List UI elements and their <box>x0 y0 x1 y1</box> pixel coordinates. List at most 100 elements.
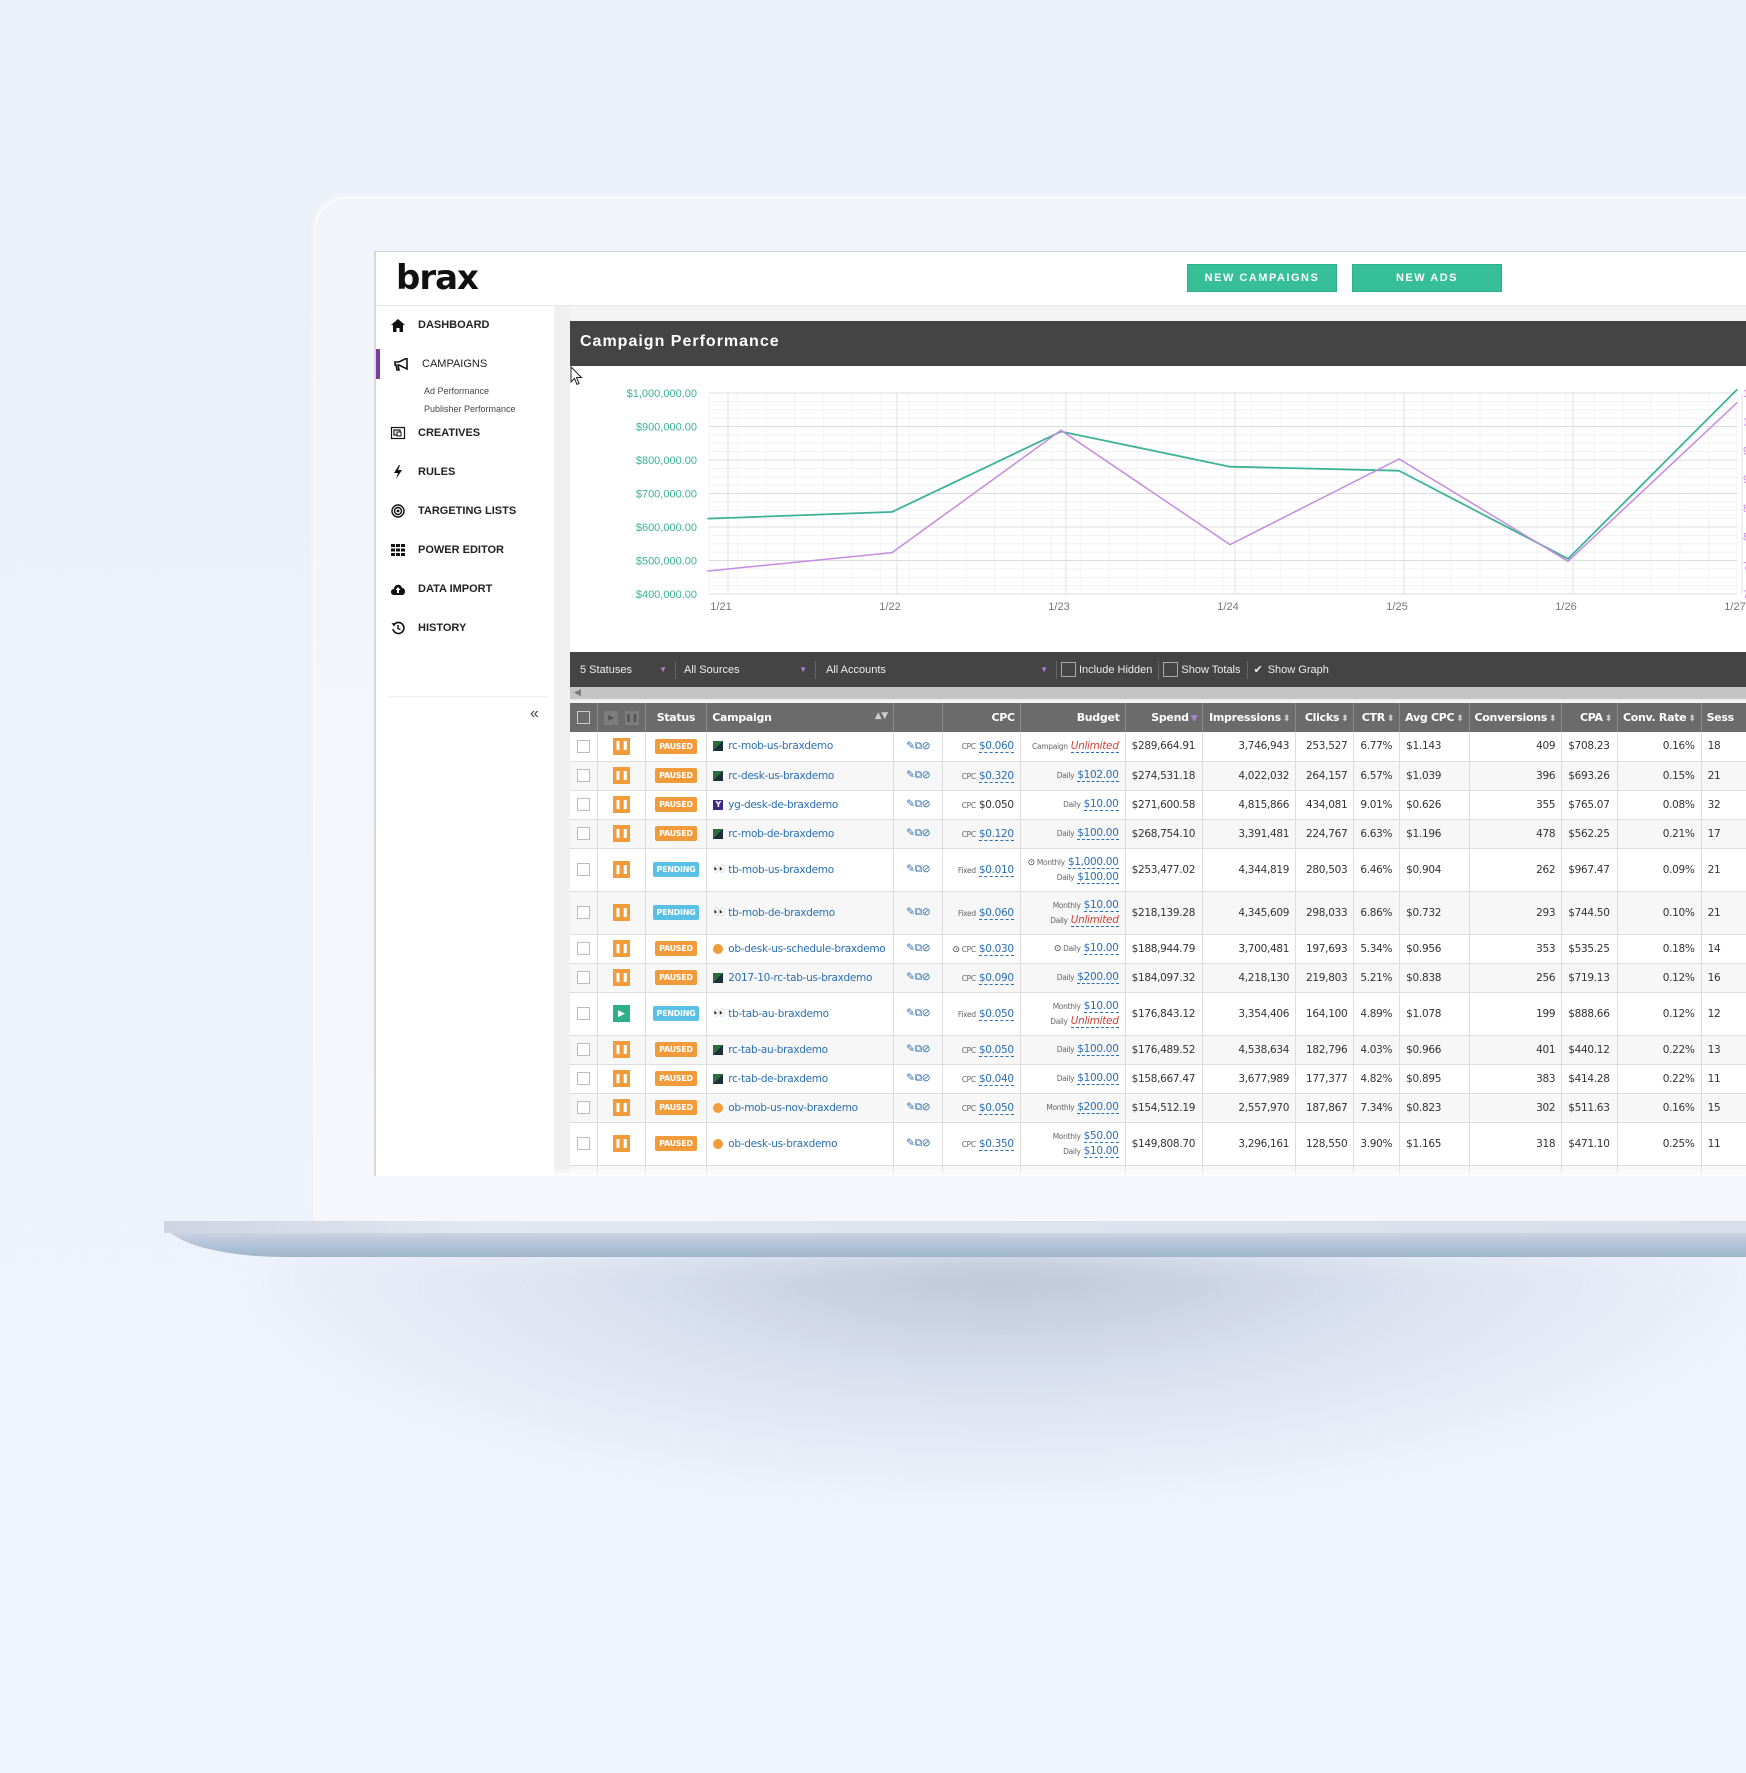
budget-value-link[interactable]: $1,000.00 <box>1067 855 1119 869</box>
campaign-link[interactable]: tb-tab-au-braxdemo <box>728 1008 829 1020</box>
copy-icon[interactable]: ⧉ <box>915 798 923 810</box>
row-checkbox[interactable] <box>577 798 591 811</box>
row-checkbox[interactable] <box>577 863 591 876</box>
sidebar-subitem-ad-performance[interactable]: Ad Performance <box>424 386 489 396</box>
row-checkbox[interactable] <box>577 1043 591 1056</box>
sidebar-item-data-import[interactable]: DATA IMPORT <box>376 574 554 604</box>
col-avg-cpc[interactable]: Avg CPC ⬍ <box>1399 703 1470 732</box>
campaign-link[interactable]: rc-tab-de-braxdemo <box>728 1073 828 1085</box>
col-cpc[interactable]: CPC <box>942 703 1021 732</box>
cpc-value-link[interactable]: $0.050 <box>978 1007 1014 1021</box>
horizontal-scrollbar[interactable]: ◀ <box>570 687 1746 701</box>
cpc-value-link[interactable]: $0.120 <box>978 827 1014 841</box>
table-row[interactable]: ▶ PENDING 👀 tb-tab-au-braxdemo ✎⧉⊘ Fixed $0.05… <box>570 992 1746 1036</box>
show-totals-checkbox[interactable]: Show Totals <box>1159 652 1246 687</box>
row-checkbox[interactable] <box>577 1072 591 1085</box>
campaign-link[interactable]: tb-mob-us-braxdemo <box>728 864 834 876</box>
col-impressions[interactable]: Impressions ⬍ <box>1202 703 1297 732</box>
copy-icon[interactable]: ⧉ <box>915 863 923 875</box>
cpc-value-link[interactable]: $0.320 <box>978 769 1014 783</box>
cpc-value-link[interactable]: $0.050 <box>978 1101 1014 1115</box>
sidebar-item-history[interactable]: HISTORY <box>376 613 554 643</box>
cpc-value-link[interactable]: $0.350 <box>978 1137 1014 1151</box>
campaign-link[interactable]: tb-mob-de-braxdemo <box>728 907 835 919</box>
campaign-link[interactable]: ob-desk-us-braxdemo <box>728 1138 837 1150</box>
pause-button[interactable]: ❚❚ <box>612 940 630 957</box>
pause-button[interactable]: ❚❚ <box>612 861 630 878</box>
play-all-icon[interactable]: ▶ <box>604 711 619 725</box>
budget-value-link[interactable]: Unlimited <box>1070 1014 1119 1028</box>
table-row[interactable]: ❚❚ PAUSED 2017-10-rc-tab-us-braxdemo ✎⧉⊘ CPC… <box>570 963 1746 993</box>
pause-button[interactable]: ❚❚ <box>612 1099 630 1116</box>
cpc-value-link[interactable]: $0.030 <box>978 942 1014 956</box>
campaign-link[interactable]: 2017-10-rc-tab-us-braxdemo <box>728 972 872 984</box>
hide-icon[interactable]: ⊘ <box>922 740 931 752</box>
include-hidden-checkbox[interactable]: Include Hidden <box>1057 652 1158 687</box>
sources-dropdown[interactable]: All Sources ▼ <box>676 652 815 687</box>
cpc-value-link[interactable]: $0.040 <box>978 1072 1014 1086</box>
select-all-header[interactable] <box>570 703 599 732</box>
pause-button[interactable]: ❚❚ <box>612 969 630 986</box>
col-clicks[interactable]: Clicks ⬍ <box>1295 703 1355 732</box>
row-checkbox[interactable] <box>577 942 591 955</box>
scroll-left-arrow-icon[interactable]: ◀ <box>574 687 581 698</box>
edit-icon[interactable]: ✎ <box>906 1043 915 1055</box>
edit-icon[interactable]: ✎ <box>906 863 915 875</box>
cpc-value-link[interactable]: $0.060 <box>978 740 1014 754</box>
hide-icon[interactable]: ⊘ <box>922 906 931 918</box>
sidebar-item-creatives[interactable]: CREATIVES <box>376 418 554 448</box>
copy-icon[interactable]: ⧉ <box>915 1007 923 1019</box>
copy-icon[interactable]: ⧉ <box>915 971 923 983</box>
pause-all-icon[interactable]: ❚❚ <box>624 711 639 725</box>
pause-button[interactable]: ❚❚ <box>612 796 630 813</box>
show-graph-checkbox[interactable]: ✔ Show Graph <box>1248 652 1335 687</box>
table-row[interactable]: ❚❚ PAUSED rc-tab-de-braxdemo ✎⧉⊘ CPC $0.040 Da… <box>570 1064 1746 1094</box>
hide-icon[interactable]: ⊘ <box>922 827 931 839</box>
copy-icon[interactable]: ⧉ <box>915 740 923 752</box>
play-button[interactable]: ▶ <box>612 1005 630 1022</box>
pause-button[interactable]: ❚❚ <box>612 1041 630 1058</box>
campaign-link[interactable]: rc-tab-au-braxdemo <box>728 1044 828 1056</box>
brax-logo[interactable]: brax <box>396 258 479 298</box>
copy-icon[interactable]: ⧉ <box>915 827 923 839</box>
cpc-value-link[interactable]: $0.060 <box>978 906 1014 920</box>
sidebar-item-dashboard[interactable]: DASHBOARD <box>376 310 554 340</box>
row-checkbox[interactable] <box>577 739 591 753</box>
table-row[interactable]: ❚❚ PENDING 👀 tb-mob-us-braxdemo ✎⧉⊘ Fixed $0.0… <box>570 848 1746 892</box>
copy-icon[interactable]: ⧉ <box>915 769 923 781</box>
pause-button[interactable]: ❚❚ <box>612 767 630 784</box>
col-conv-rate[interactable]: Conv. Rate ⬍ <box>1617 703 1702 732</box>
budget-value-link[interactable]: $10.00 <box>1083 898 1119 912</box>
row-checkbox[interactable] <box>577 971 591 984</box>
copy-icon[interactable]: ⧉ <box>915 906 923 918</box>
hide-icon[interactable]: ⊘ <box>922 1007 931 1019</box>
edit-icon[interactable]: ✎ <box>906 740 915 752</box>
copy-icon[interactable]: ⧉ <box>915 1043 923 1055</box>
copy-icon[interactable]: ⧉ <box>915 1101 923 1113</box>
budget-value-link[interactable]: $200.00 <box>1077 971 1119 984</box>
col-sessions[interactable]: Sess <box>1701 703 1746 732</box>
campaign-link[interactable]: rc-desk-us-braxdemo <box>728 770 834 782</box>
edit-icon[interactable]: ✎ <box>906 971 915 983</box>
table-row[interactable]: ❚❚ PAUSED rc-tab-au-braxdemo ✎⧉⊘ CPC $0.050 Da… <box>570 1035 1746 1065</box>
table-row[interactable]: ❚❚ PENDING 👀 tb-mob-de-braxdemo ✎⧉⊘ Fixed $0.0… <box>570 891 1746 935</box>
edit-icon[interactable]: ✎ <box>906 769 915 781</box>
budget-value-link[interactable]: $10.00 <box>1083 999 1119 1013</box>
hide-icon[interactable]: ⊘ <box>922 971 931 983</box>
budget-value-link[interactable]: $10.00 <box>1083 1144 1119 1158</box>
statuses-dropdown[interactable]: 5 Statuses ▼ <box>570 652 675 687</box>
row-checkbox[interactable] <box>577 906 591 919</box>
row-checkbox[interactable] <box>577 1101 591 1114</box>
campaign-link[interactable]: rc-mob-us-braxdemo <box>728 740 833 752</box>
budget-value-link[interactable]: Unlimited <box>1070 739 1119 753</box>
col-budget[interactable]: Budget <box>1020 703 1126 732</box>
budget-value-link[interactable]: $100.00 <box>1077 1043 1119 1056</box>
copy-icon[interactable]: ⧉ <box>915 1072 923 1084</box>
budget-value-link[interactable]: $100.00 <box>1077 870 1119 884</box>
hide-icon[interactable]: ⊘ <box>922 769 931 781</box>
sidebar-item-targeting-lists[interactable]: TARGETING LISTS <box>376 496 554 526</box>
col-spend[interactable]: Spend ▼ <box>1125 703 1204 732</box>
edit-icon[interactable]: ✎ <box>906 798 915 810</box>
cpc-value-link[interactable]: $0.050 <box>978 1043 1014 1057</box>
hide-icon[interactable]: ⊘ <box>922 1043 931 1055</box>
